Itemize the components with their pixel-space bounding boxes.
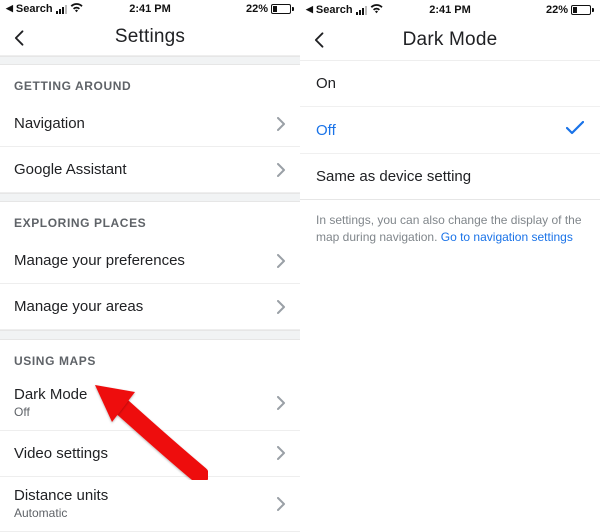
clock: 2:41 PM — [300, 4, 600, 16]
chevron-right-icon — [277, 396, 286, 410]
battery-icon — [571, 5, 594, 15]
status-bar: ◀ Search 2:41 PM 22% — [0, 0, 300, 18]
section-header-exploring-places: EXPLORING PLACES — [0, 202, 300, 238]
option-same-as-device[interactable]: Same as device setting — [300, 154, 600, 200]
row-manage-preferences[interactable]: Manage your preferences — [0, 238, 300, 284]
page-title: Settings — [115, 26, 185, 48]
clock: 2:41 PM — [0, 3, 300, 15]
settings-pane: ◀ Search 2:41 PM 22% Settings GETTING AR… — [0, 0, 300, 532]
dark-mode-pane: ◀ Search 2:41 PM 22% Dark Mode On Off — [300, 0, 600, 532]
row-label: Manage your areas — [14, 298, 143, 315]
row-sublabel: Automatic — [14, 506, 108, 520]
checkmark-icon — [566, 121, 584, 139]
chevron-right-icon — [277, 117, 286, 131]
section-header-using-maps: USING MAPS — [0, 340, 300, 376]
status-bar: ◀ Search 2:41 PM 22% — [300, 0, 600, 20]
option-on[interactable]: On — [300, 61, 600, 107]
chevron-right-icon — [277, 300, 286, 314]
footer-link[interactable]: Go to navigation settings — [441, 230, 573, 244]
row-manage-areas[interactable]: Manage your areas — [0, 284, 300, 330]
row-label: Manage your preferences — [14, 252, 185, 269]
row-label: Navigation — [14, 115, 85, 132]
row-video-settings[interactable]: Video settings — [0, 431, 300, 477]
row-dark-mode[interactable]: Dark Mode Off — [0, 376, 300, 431]
back-button[interactable] — [8, 26, 32, 50]
row-label: Distance units — [14, 487, 108, 504]
chevron-right-icon — [277, 446, 286, 460]
section-header-getting-around: GETTING AROUND — [0, 65, 300, 101]
row-sublabel: Off — [14, 405, 87, 419]
option-off[interactable]: Off — [300, 107, 600, 154]
footer-note: In settings, you can also change the dis… — [300, 200, 600, 258]
battery-icon — [271, 4, 294, 14]
row-google-assistant[interactable]: Google Assistant — [0, 147, 300, 193]
chevron-right-icon — [277, 497, 286, 511]
navbar: Settings — [0, 18, 300, 55]
navbar: Dark Mode — [300, 20, 600, 60]
option-label: On — [316, 75, 336, 92]
row-distance-units[interactable]: Distance units Automatic — [0, 477, 300, 532]
chevron-right-icon — [277, 163, 286, 177]
chevron-right-icon — [277, 254, 286, 268]
row-navigation[interactable]: Navigation — [0, 101, 300, 147]
option-label: Same as device setting — [316, 168, 471, 185]
row-label: Video settings — [14, 445, 108, 462]
option-label: Off — [316, 122, 336, 139]
row-label: Dark Mode — [14, 386, 87, 403]
row-label: Google Assistant — [14, 161, 127, 178]
back-button[interactable] — [308, 28, 332, 52]
page-title: Dark Mode — [403, 29, 498, 51]
